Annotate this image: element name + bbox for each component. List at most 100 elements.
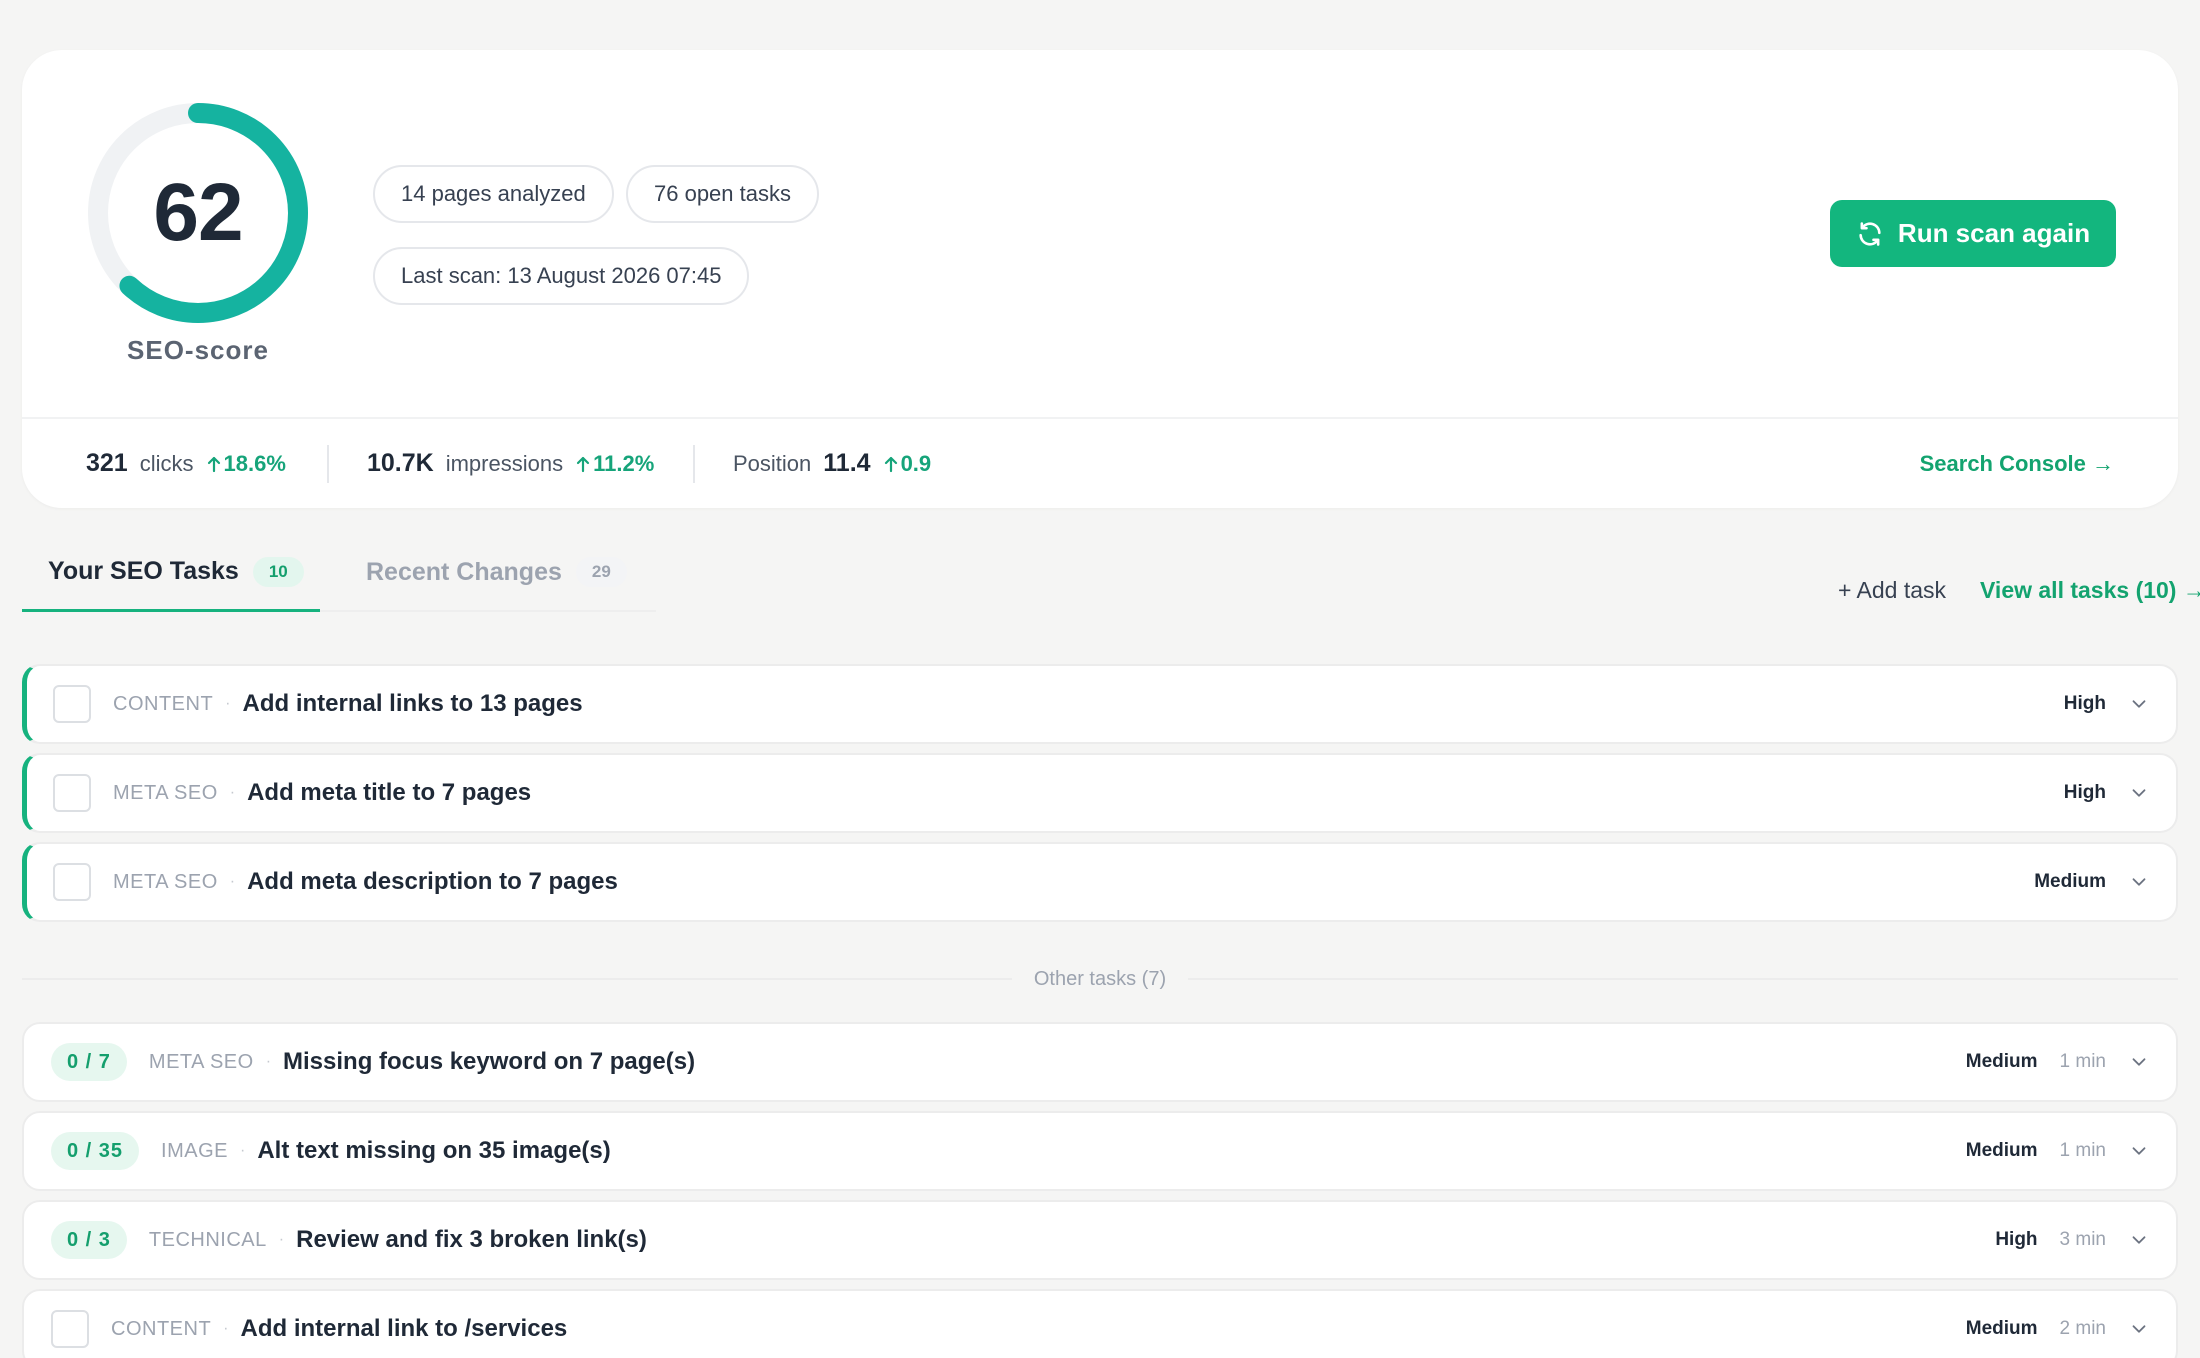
- run-scan-again-button[interactable]: Run scan again: [1830, 200, 2116, 267]
- task-priority: Medium: [1965, 1318, 2038, 1339]
- task-row[interactable]: CONTENT · Add internal link to /services…: [22, 1289, 2178, 1358]
- search-stats-row: 321 clicks 18.6% 10.7K impressions 11.2%…: [22, 419, 2178, 508]
- tab-recent-changes[interactable]: Recent Changes 29: [320, 534, 656, 612]
- task-time-estimate: 2 min: [2059, 1318, 2106, 1339]
- task-time-estimate: 3 min: [2059, 1229, 2106, 1250]
- position-stat: Position 11.4 0.9: [733, 419, 931, 508]
- clicks-value: 321: [86, 449, 128, 477]
- search-console-link[interactable]: Search Console →: [1920, 419, 2114, 508]
- tab-label: Your SEO Tasks: [48, 557, 239, 585]
- seo-score-label: SEO-score: [127, 335, 269, 365]
- task-priority: Medium: [1965, 1051, 2038, 1072]
- chevron-down-icon[interactable]: [2128, 871, 2150, 893]
- position-delta-value: 0.9: [900, 450, 932, 476]
- impressions-delta-value: 11.2%: [593, 450, 655, 476]
- task-title: Missing focus keyword on 7 page(s): [283, 1048, 696, 1075]
- separator-dot: ·: [225, 695, 231, 712]
- task-category: META SEO: [113, 781, 218, 804]
- task-row[interactable]: 0 / 3 TECHNICAL · Review and fix 3 broke…: [22, 1200, 2178, 1280]
- view-all-tasks-link[interactable]: View all tasks (10) →: [1980, 577, 2200, 604]
- task-row[interactable]: CONTENT · Add internal links to 13 pages…: [22, 664, 2178, 744]
- task-title: Add meta description to 7 pages: [247, 868, 618, 895]
- task-progress-badge: 0 / 7: [51, 1043, 127, 1081]
- tab-your-seo-tasks[interactable]: Your SEO Tasks 10: [22, 534, 320, 612]
- chevron-down-icon[interactable]: [2128, 693, 2150, 715]
- tab-count-badge: 10: [252, 556, 304, 587]
- task-row[interactable]: META SEO · Add meta title to 7 pages Hig…: [22, 753, 2178, 833]
- task-progress-badge: 0 / 35: [51, 1132, 140, 1170]
- impressions-label: impressions: [445, 450, 564, 476]
- task-meta: High: [2064, 666, 2150, 742]
- add-task-button[interactable]: + Add task: [1838, 577, 1946, 604]
- task-priority: High: [2063, 782, 2106, 803]
- task-title: Add internal link to /services: [240, 1315, 568, 1342]
- run-scan-label: Run scan again: [1897, 218, 2091, 248]
- chevron-down-icon[interactable]: [2128, 1140, 2150, 1162]
- pages-analyzed-pill: 14 pages analyzed: [373, 165, 614, 223]
- open-tasks-pill: 76 open tasks: [626, 165, 819, 223]
- task-meta: High 3 min: [1995, 1202, 2150, 1278]
- task-checkbox[interactable]: [53, 685, 91, 723]
- impressions-delta: 11.2%: [575, 451, 654, 477]
- chevron-down-icon[interactable]: [2128, 1051, 2150, 1073]
- chevron-down-icon[interactable]: [2128, 1229, 2150, 1251]
- task-category: META SEO: [148, 1050, 254, 1073]
- task-priority: Medium: [1965, 1140, 2038, 1161]
- task-title: Alt text missing on 35 image(s): [257, 1137, 611, 1164]
- arrow-up-icon: [576, 456, 590, 472]
- task-category: TECHNICAL: [148, 1228, 267, 1251]
- separator-dot: ·: [278, 1231, 285, 1248]
- stat-separator: [327, 445, 329, 483]
- position-label: Position: [733, 450, 812, 476]
- other-tasks-label: Other tasks (7): [1012, 962, 1188, 996]
- impressions-stat: 10.7K impressions 11.2%: [367, 419, 654, 508]
- seo-score-value: 62: [153, 167, 243, 258]
- separator-dot: ·: [265, 1053, 272, 1070]
- refresh-icon: [1859, 221, 1881, 246]
- seo-score-gauge: 62: [85, 100, 311, 326]
- task-category: CONTENT: [111, 1317, 212, 1340]
- task-category: IMAGE: [161, 1139, 228, 1162]
- clicks-stat: 321 clicks 18.6%: [86, 419, 286, 508]
- task-time-estimate: 1 min: [2059, 1051, 2106, 1072]
- task-meta: Medium 1 min: [1966, 1024, 2150, 1100]
- task-row[interactable]: 0 / 35 IMAGE · Alt text missing on 35 im…: [22, 1111, 2178, 1191]
- tab-label: Recent Changes: [366, 557, 562, 586]
- separator-dot: ·: [240, 1142, 246, 1159]
- task-priority: High: [1995, 1229, 2038, 1250]
- tab-count-badge: 29: [575, 557, 627, 587]
- task-title: Add internal links to 13 pages: [242, 690, 583, 717]
- task-category: CONTENT: [113, 692, 214, 715]
- task-time-estimate: 1 min: [2059, 1140, 2106, 1161]
- task-progress-badge: 0 / 3: [51, 1221, 127, 1259]
- arrow-up-icon: [207, 456, 220, 472]
- task-meta: Medium: [2034, 844, 2150, 920]
- arrow-up-icon: [884, 456, 897, 472]
- separator-dot: ·: [223, 1320, 229, 1337]
- clicks-delta: 18.6%: [206, 451, 286, 477]
- task-meta: Medium 2 min: [1966, 1291, 2150, 1358]
- task-title: Add meta title to 7 pages: [247, 779, 532, 806]
- separator-dot: ·: [229, 873, 236, 890]
- stat-separator: [693, 445, 695, 483]
- chevron-down-icon[interactable]: [2128, 782, 2150, 804]
- position-delta: 0.9: [883, 450, 932, 477]
- task-priority: High: [2063, 693, 2106, 714]
- task-priority: Medium: [2034, 871, 2106, 892]
- task-category: META SEO: [113, 870, 218, 893]
- task-checkbox[interactable]: [51, 1310, 89, 1348]
- task-title: Review and fix 3 broken link(s): [296, 1226, 647, 1253]
- task-meta: High: [2064, 755, 2150, 831]
- position-value: 11.4: [823, 449, 871, 477]
- last-scan-pill: Last scan: 13 August 2026 07:45: [373, 247, 750, 305]
- separator-dot: ·: [229, 784, 236, 801]
- task-row[interactable]: META SEO · Add meta description to 7 pag…: [22, 842, 2178, 922]
- clicks-label: clicks: [139, 450, 194, 476]
- impressions-value: 10.7K: [367, 449, 434, 477]
- task-checkbox[interactable]: [53, 774, 91, 812]
- task-checkbox[interactable]: [53, 863, 91, 901]
- chevron-down-icon[interactable]: [2128, 1318, 2150, 1340]
- task-meta: Medium 1 min: [1966, 1113, 2150, 1189]
- clicks-delta-value: 18.6%: [223, 450, 286, 476]
- task-row[interactable]: 0 / 7 META SEO · Missing focus keyword o…: [22, 1022, 2178, 1102]
